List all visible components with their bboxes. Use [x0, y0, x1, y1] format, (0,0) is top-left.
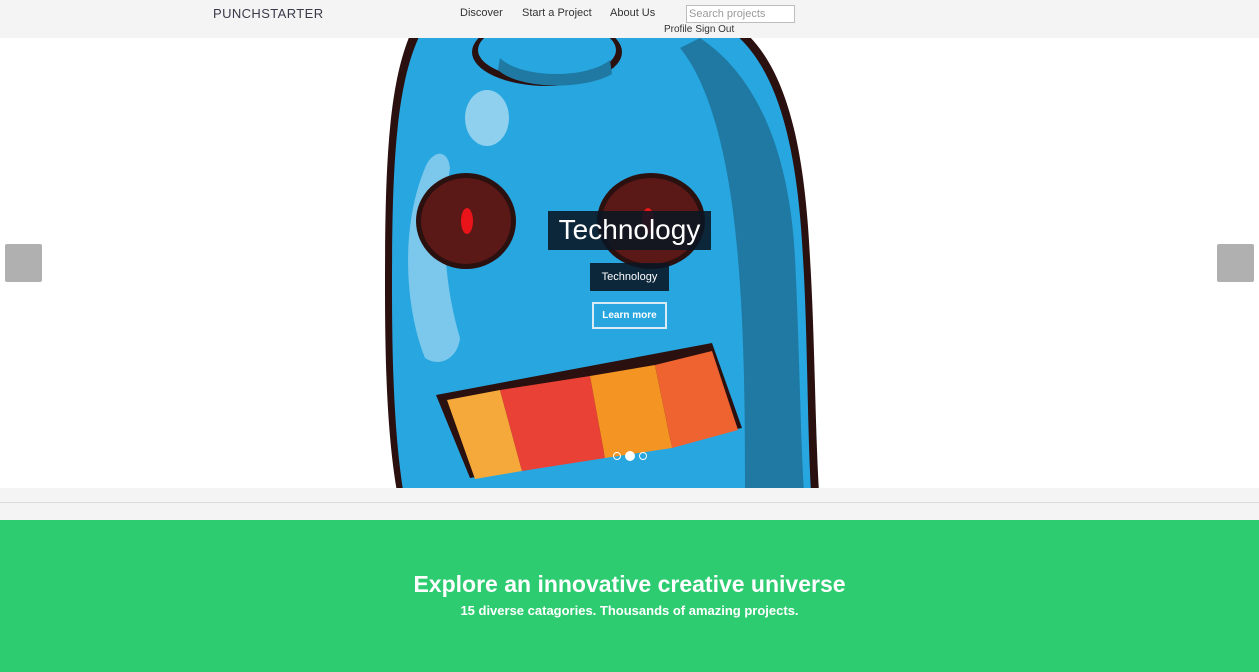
nav-link-start-project[interactable]: Start a Project: [522, 7, 592, 19]
carousel-dot-3[interactable]: [638, 452, 647, 460]
brand-logo[interactable]: PUNCHSTARTER: [213, 6, 324, 21]
profile-link[interactable]: Profile: [664, 24, 692, 35]
learn-more-button[interactable]: Learn more: [592, 302, 667, 329]
search-input[interactable]: [686, 5, 795, 23]
slide-title: Technology: [547, 211, 712, 250]
explore-section: Explore an innovative creative universe …: [0, 520, 1259, 672]
slide-cta-wrap: Learn more: [0, 302, 1259, 329]
sign-out-link[interactable]: Sign Out: [695, 24, 734, 35]
carousel-dot-2[interactable]: [624, 451, 635, 461]
nav-link-discover[interactable]: Discover: [460, 7, 503, 19]
explore-subheading: 15 diverse catagories. Thousands of amaz…: [460, 603, 799, 618]
top-navbar: PUNCHSTARTER Discover Start a Project Ab…: [0, 0, 1259, 38]
slide-caption-sub-wrap: Technology: [0, 263, 1259, 291]
user-links: Profile Sign Out: [664, 24, 737, 35]
nav-link-about[interactable]: About Us: [610, 7, 655, 19]
hero-carousel: Technology Technology Learn more: [0, 38, 1259, 488]
section-divider: [0, 488, 1259, 520]
explore-heading: Explore an innovative creative universe: [413, 571, 846, 597]
slide-caption-title-wrap: Technology: [0, 211, 1259, 250]
carousel-indicators: [0, 451, 1259, 461]
divider-line: [0, 502, 1259, 503]
slide-category-label: Technology: [589, 263, 670, 291]
carousel-dot-1[interactable]: [612, 452, 621, 460]
